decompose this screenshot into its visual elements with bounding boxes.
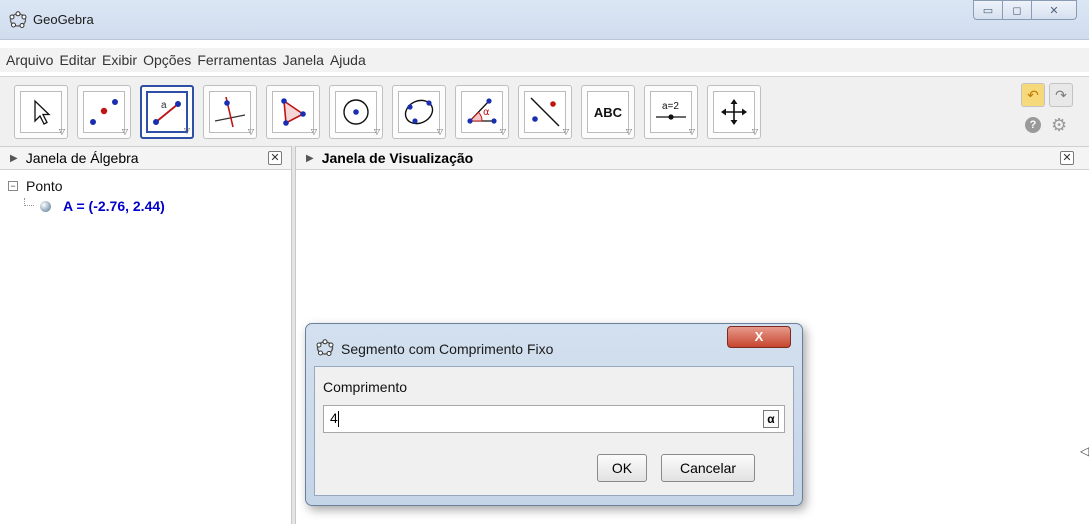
tool-move[interactable]: ▽ (14, 85, 68, 139)
text-icon: ABC (593, 104, 623, 120)
text-caret (337, 411, 339, 428)
angle-icon: α (467, 98, 497, 124)
polygon-icon (281, 98, 306, 126)
segment-fixed-length-dialog: Segmento com Comprimento Fixo X Comprime… (305, 323, 803, 506)
perpendicular-line-icon (214, 96, 246, 128)
title-bar: GeoGebra ▭ ◻ ✕ (0, 0, 1089, 40)
maximize-button[interactable]: ◻ (1002, 0, 1032, 20)
minimize-button[interactable]: ▭ (973, 0, 1003, 20)
close-algebra-view-button[interactable]: ✕ (268, 151, 282, 165)
maximize-icon: ◻ (1012, 4, 1022, 17)
algebra-view-title: Janela de Álgebra (25, 150, 139, 166)
move-arrow-icon (34, 99, 51, 125)
side-panel-toggle-icon[interactable]: ◁ (1080, 444, 1089, 458)
menu-arquivo[interactable]: Arquivo (6, 50, 53, 70)
point-icon (90, 99, 118, 125)
undo-icon: ↶ (1027, 86, 1039, 103)
algebra-object-label[interactable]: A = (-2.76, 2.44) (63, 198, 165, 214)
menu-opcoes[interactable]: Opções (143, 50, 191, 70)
gear-icon[interactable]: ⚙ (1051, 115, 1067, 136)
reflect-line-icon (530, 97, 560, 127)
close-window-button[interactable]: ✕ (1031, 0, 1077, 20)
length-input-value: 4 (330, 410, 338, 426)
tool-conic[interactable]: ▽ (392, 85, 446, 139)
menu-exibir[interactable]: Exibir (102, 50, 137, 70)
geogebra-logo-icon (316, 339, 334, 356)
conic-five-points-icon (404, 99, 434, 125)
undo-redo-area: ↶ ↷ ? ⚙ (1019, 81, 1075, 137)
redo-button[interactable]: ↷ (1049, 83, 1073, 107)
tool-point[interactable]: ▽ (77, 85, 131, 139)
length-label: Comprimento (323, 379, 408, 395)
toolbar: ▽ ▽ a ▽ ▽ ▽ ▽ ▽ α ▽ ▽ ABC ▽ a=2 ▽ ▽ ↶ ↷ … (0, 76, 1089, 146)
menu-janela[interactable]: Janela (283, 50, 324, 70)
graphics-view-title: Janela de Visualização (321, 150, 474, 166)
menu-editar[interactable]: Editar (59, 50, 96, 70)
expand-arrow-icon[interactable]: ▶ (306, 153, 314, 164)
collapse-icon[interactable]: − (8, 181, 18, 191)
dialog-close-button[interactable]: X (727, 326, 791, 348)
close-graphics-view-button[interactable]: ✕ (1060, 151, 1074, 165)
geogebra-logo-icon (9, 11, 27, 28)
minimize-icon: ▭ (982, 4, 994, 17)
window-controls: ▭ ◻ ✕ (973, 0, 1077, 22)
tool-polygon[interactable]: ▽ (266, 85, 320, 139)
symbol-picker-button[interactable]: α (763, 410, 779, 428)
circle-center-point-icon (343, 99, 369, 125)
algebra-view-header: ▶ Janela de Álgebra ✕ (0, 146, 291, 170)
tool-text[interactable]: ABC ▽ (581, 85, 635, 139)
graphics-view-header: ▶ Janela de Visualização ✕ (296, 146, 1089, 170)
toolbox: ▽ ▽ a ▽ ▽ ▽ ▽ ▽ α ▽ ▽ ABC ▽ a=2 ▽ ▽ (14, 85, 770, 139)
tree-group-label: Ponto (26, 178, 63, 194)
ok-button[interactable]: OK (597, 454, 647, 482)
menu-ajuda[interactable]: Ajuda (330, 50, 366, 70)
undo-button[interactable]: ↶ (1021, 83, 1045, 107)
tool-segment-fixed-length[interactable]: a ▽ (140, 85, 194, 139)
length-input[interactable]: 4 (323, 405, 785, 433)
tool-move-graphics[interactable]: ▽ (707, 85, 761, 139)
visibility-toggle-icon[interactable] (40, 200, 51, 212)
algebra-object-a[interactable]: A = (-2.76, 2.44) (24, 198, 165, 214)
tree-connector (24, 198, 34, 206)
tool-circle[interactable]: ▽ (329, 85, 383, 139)
tool-label-slider: a=2 (662, 101, 679, 112)
help-icon[interactable]: ? (1025, 117, 1041, 133)
expand-arrow-icon[interactable]: ▶ (10, 153, 18, 164)
algebra-view: − Ponto A = (-2.76, 2.44) (0, 170, 291, 524)
tool-label-alpha: α (483, 107, 490, 118)
tool-angle[interactable]: α ▽ (455, 85, 509, 139)
slider-icon: a=2 (656, 101, 686, 120)
tool-reflect[interactable]: ▽ (518, 85, 572, 139)
menu-ferramentas[interactable]: Ferramentas (197, 50, 276, 70)
move-graphics-icon (721, 99, 747, 125)
tree-group-ponto[interactable]: − Ponto (8, 178, 63, 194)
close-icon: ✕ (1049, 4, 1059, 17)
tool-slider[interactable]: a=2 ▽ (644, 85, 698, 139)
menu-bar: Arquivo Editar Exibir Opções Ferramentas… (0, 48, 1089, 72)
cancel-button[interactable]: Cancelar (661, 454, 755, 482)
dialog-body: Comprimento 4 α OK Cancelar (314, 366, 794, 496)
window-title: GeoGebra (33, 12, 94, 27)
dialog-title: Segmento com Comprimento Fixo (341, 341, 554, 357)
segment-fixed-length-icon: a (153, 100, 181, 125)
redo-icon: ↷ (1055, 86, 1067, 103)
tool-perpendicular-line[interactable]: ▽ (203, 85, 257, 139)
tool-label-a: a (161, 100, 167, 111)
